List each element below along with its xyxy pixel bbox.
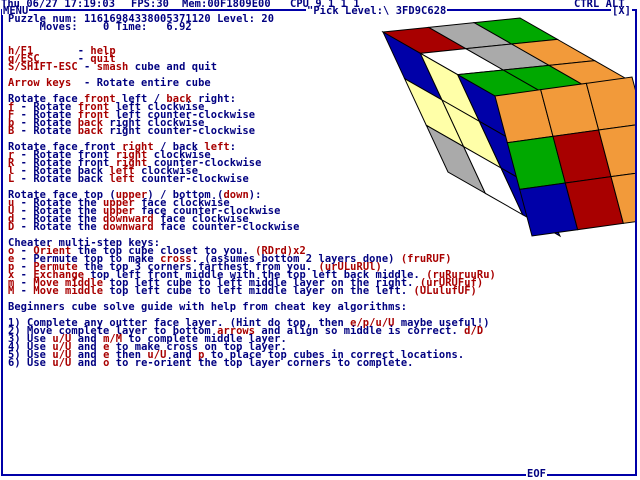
arrow-keys-line: Arrow keys - Rotate entire cube xyxy=(8,77,211,89)
moves-time: Moves: 0 Time: 6.92 xyxy=(8,21,192,33)
status-mem: Mem:00F1809E00 xyxy=(182,0,271,10)
guide-step-6: 6) Use u/U and o to re-orient the top la… xyxy=(8,357,414,369)
arrow-keys-label: Arrow keys xyxy=(8,77,72,89)
cheat-line-M: M - Move middle top left cube to left mi… xyxy=(8,285,477,297)
key-line-D: D - Rotate the downward face counter-clo… xyxy=(8,221,300,233)
section-guide: Beginners cube solve guide with help fro… xyxy=(8,301,408,313)
eof-label: EOF xyxy=(526,468,548,480)
status-fps: FPS:30 xyxy=(131,0,170,10)
key-line-B: B - Rotate back right counter-clockwise xyxy=(8,125,256,137)
smash-line: S/SHIFT-ESC - smash cube and quit xyxy=(8,61,218,73)
rubiks-cube[interactable] xyxy=(355,14,635,244)
smash-word: smash xyxy=(96,61,129,73)
key-line-L: L - Rotate back left counter-clockwise xyxy=(8,173,249,185)
cube-face-right[interactable] xyxy=(494,76,635,237)
smash-key: S/SHIFT-ESC xyxy=(8,61,78,73)
